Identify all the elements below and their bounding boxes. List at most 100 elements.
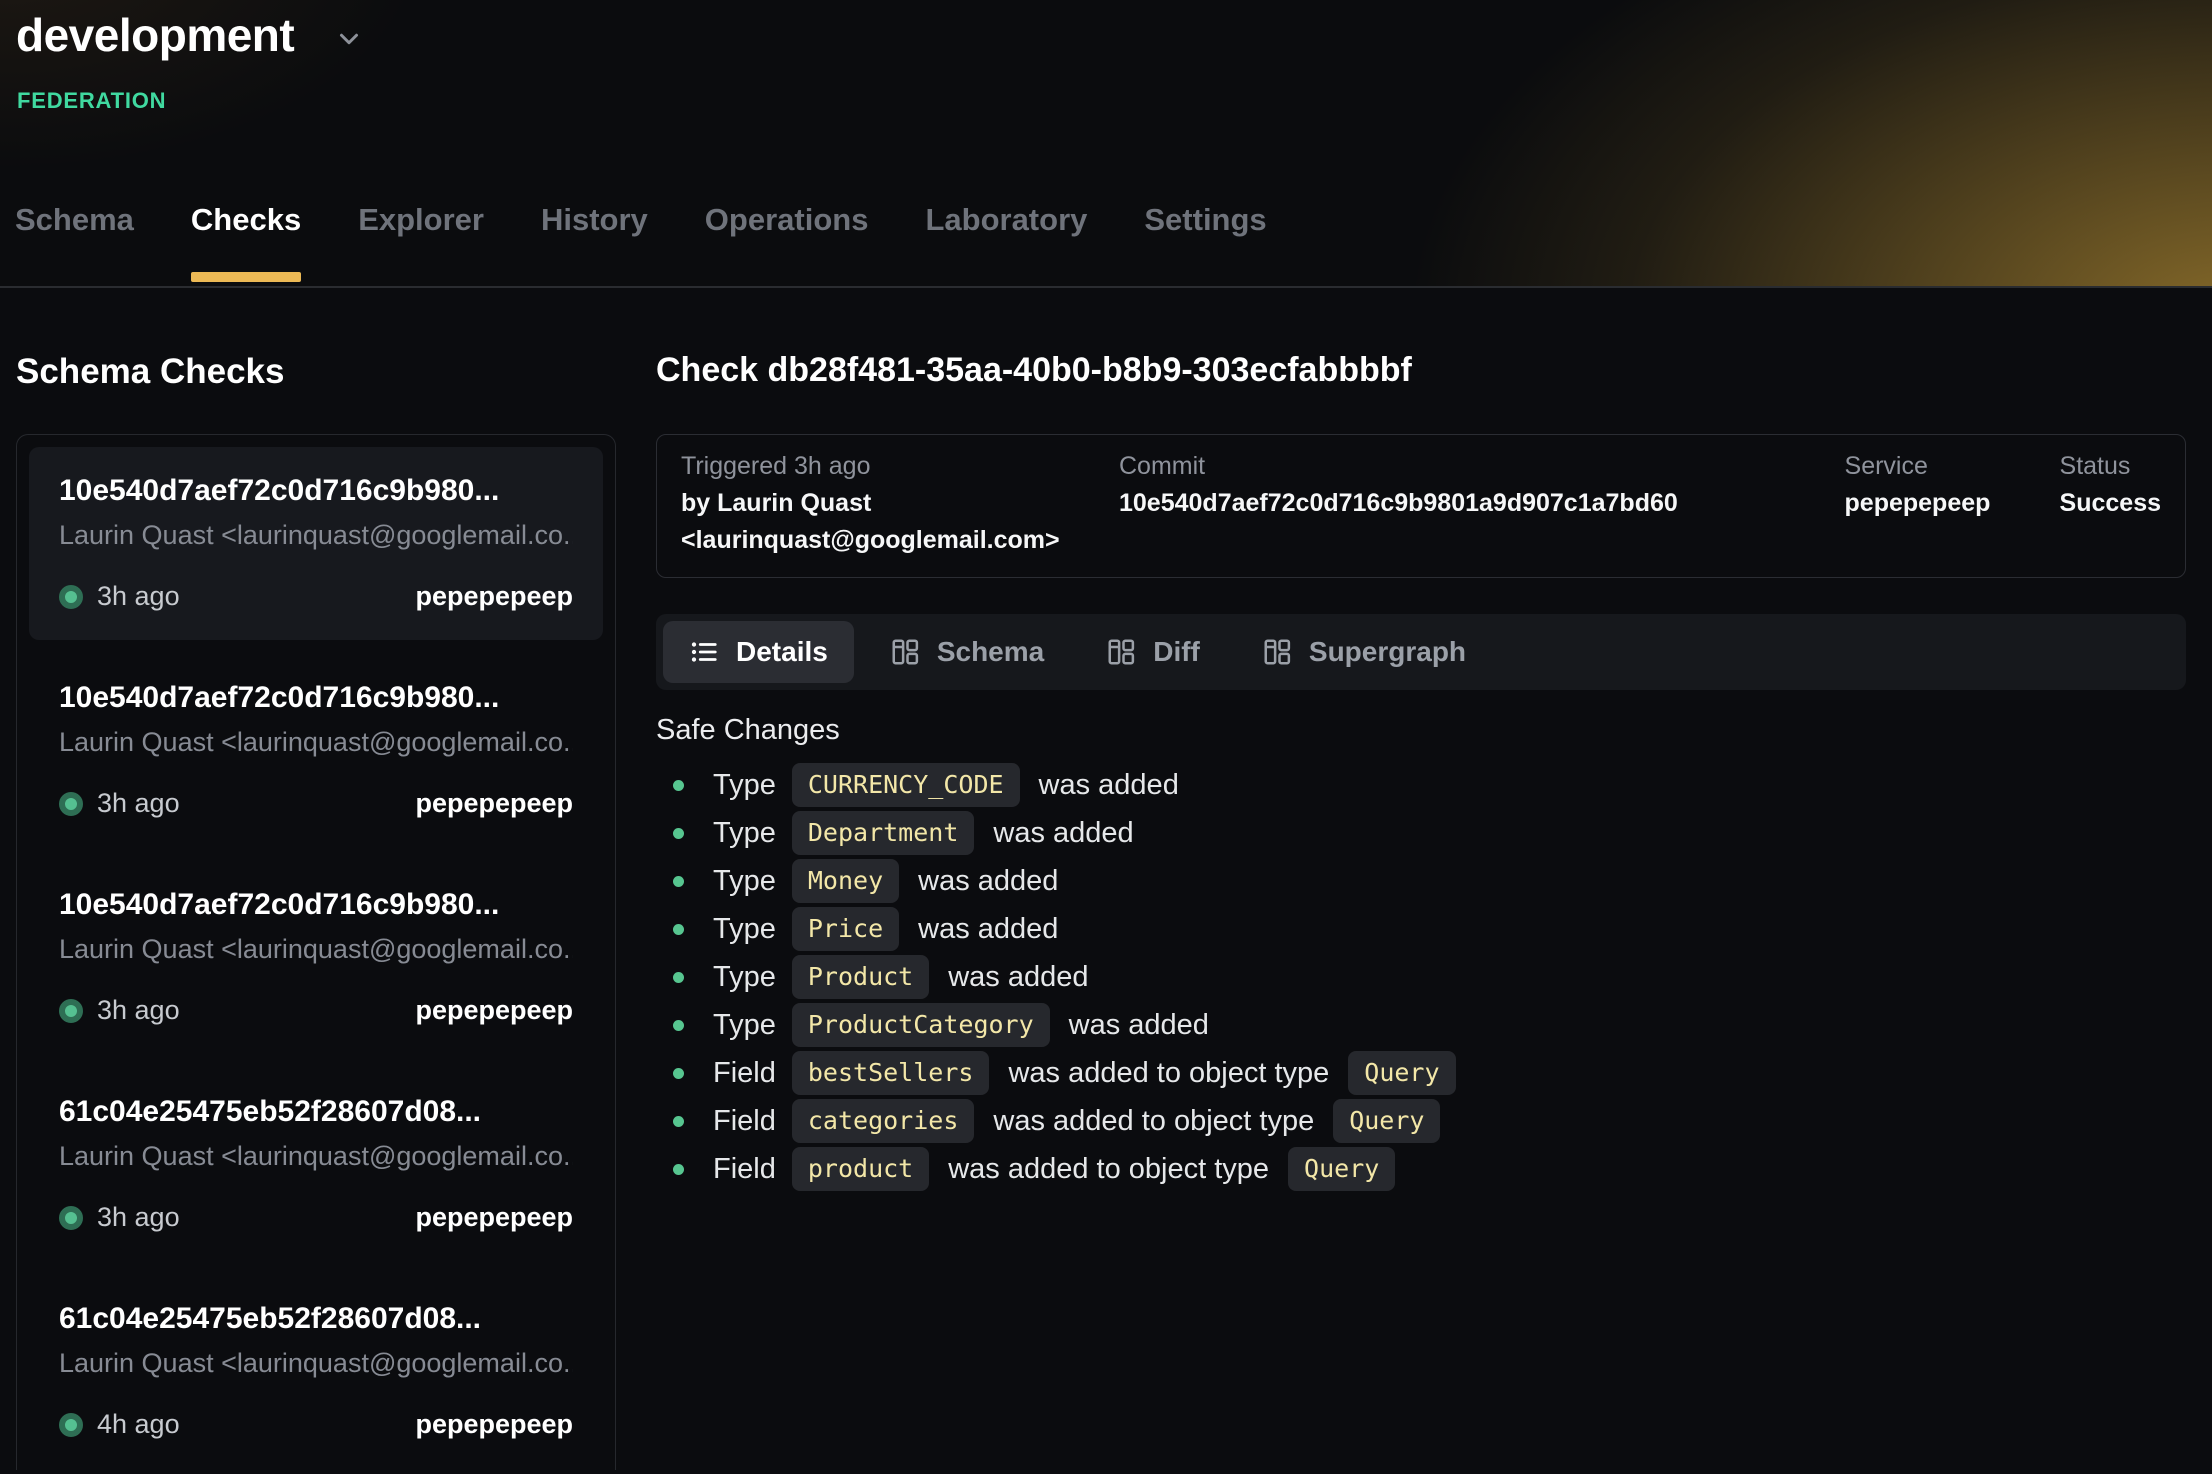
change-suffix: was added to object type xyxy=(1008,1057,1329,1090)
service-value: pepepepeep xyxy=(1845,485,2060,522)
check-list-item[interactable]: 10e540d7aef72c0d716c9b980... Laurin Quas… xyxy=(29,654,603,847)
check-service: pepepepeep xyxy=(415,788,573,819)
change-name-chip: ProductCategory xyxy=(792,1003,1050,1047)
project-name: development xyxy=(16,8,294,62)
sidebar-title: Schema Checks xyxy=(16,352,616,392)
main-nav: Schema Checks Explorer History Operation… xyxy=(15,202,1267,286)
bullet-dot xyxy=(673,1020,684,1031)
list-icon xyxy=(689,637,719,667)
change-row: Type CURRENCY_CODE was added xyxy=(656,761,2186,809)
columns-icon xyxy=(1262,637,1292,667)
change-row: Type ProductCategory was added xyxy=(656,1001,2186,1049)
status-dot-icon xyxy=(59,585,83,609)
check-author: Laurin Quast <laurinquast@googlemail.co.… xyxy=(59,726,573,758)
check-list-item[interactable]: 61c04e25475eb52f28607d08... Laurin Quast… xyxy=(29,1275,603,1468)
columns-icon xyxy=(890,637,920,667)
bullet-dot xyxy=(673,1116,684,1127)
change-name-chip: Department xyxy=(792,811,975,855)
check-time: 3h ago xyxy=(97,995,180,1026)
check-id: 10e540d7aef72c0d716c9b980... xyxy=(59,473,573,509)
commit-value: 10e540d7aef72c0d716c9b9801a9d907c1a7bd60 xyxy=(1119,485,1845,522)
check-id: 61c04e25475eb52f28607d08... xyxy=(59,1094,573,1130)
check-meta: 3h ago pepepepeep xyxy=(59,788,573,819)
check-list-item[interactable]: 61c04e25475eb52f28607d08... Laurin Quast… xyxy=(29,1068,603,1261)
change-kind: Field xyxy=(713,1057,776,1090)
change-name-chip: product xyxy=(792,1147,929,1191)
check-list-item[interactable]: 10e540d7aef72c0d716c9b980... Laurin Quas… xyxy=(29,861,603,1054)
info-commit: Commit 10e540d7aef72c0d716c9b9801a9d907c… xyxy=(1119,451,1845,559)
change-name-chip: bestSellers xyxy=(792,1051,990,1095)
bullet-dot xyxy=(673,1164,684,1175)
check-meta: 4h ago pepepepeep xyxy=(59,1409,573,1440)
status-label: Status xyxy=(2060,451,2161,481)
view-tab-label: Details xyxy=(736,636,828,668)
check-meta: 3h ago pepepepeep xyxy=(59,995,573,1026)
view-tab-details[interactable]: Details xyxy=(663,621,854,683)
change-name-chip: categories xyxy=(792,1099,975,1143)
bullet-dot xyxy=(673,972,684,983)
view-tab-diff[interactable]: Diff xyxy=(1080,621,1226,683)
change-row: Field product was added to object type Q… xyxy=(656,1145,2186,1193)
change-suffix: was added to object type xyxy=(948,1153,1269,1186)
check-service: pepepepeep xyxy=(415,581,573,612)
schema-checks-sidebar: Schema Checks 10e540d7aef72c0d716c9b980.… xyxy=(16,288,616,1472)
project-type-badge: FEDERATION xyxy=(17,88,166,114)
check-meta: 3h ago pepepepeep xyxy=(59,581,573,612)
change-kind: Field xyxy=(713,1105,776,1138)
change-suffix: was added xyxy=(993,817,1133,850)
tab-settings[interactable]: Settings xyxy=(1144,202,1266,286)
change-suffix: was added to object type xyxy=(993,1105,1314,1138)
change-suffix: was added xyxy=(1069,1009,1209,1042)
status-dot-icon xyxy=(59,1206,83,1230)
change-kind: Type xyxy=(713,817,776,850)
commit-label: Commit xyxy=(1119,451,1845,481)
tab-history[interactable]: History xyxy=(541,202,648,286)
check-author: Laurin Quast <laurinquast@googlemail.co.… xyxy=(59,1140,573,1172)
tab-schema[interactable]: Schema xyxy=(15,202,134,286)
status-dot-icon xyxy=(59,999,83,1023)
change-name-chip: Price xyxy=(792,907,899,951)
change-kind: Type xyxy=(713,865,776,898)
change-suffix: was added xyxy=(918,913,1058,946)
change-kind: Type xyxy=(713,961,776,994)
change-kind: Type xyxy=(713,1009,776,1042)
check-service: pepepepeep xyxy=(415,1409,573,1440)
change-row: Type Department was added xyxy=(656,809,2186,857)
bullet-dot xyxy=(673,828,684,839)
check-time: 4h ago xyxy=(97,1409,180,1440)
tab-laboratory[interactable]: Laboratory xyxy=(925,202,1087,286)
check-list-item[interactable]: 10e540d7aef72c0d716c9b980... Laurin Quas… xyxy=(29,447,603,640)
tab-checks[interactable]: Checks xyxy=(191,202,301,286)
change-target-chip: Query xyxy=(1333,1099,1440,1143)
check-service: pepepepeep xyxy=(415,995,573,1026)
bullet-dot xyxy=(673,924,684,935)
check-info-box: Triggered 3h ago by Laurin Quast <laurin… xyxy=(656,434,2186,578)
bullet-dot xyxy=(673,780,684,791)
check-author: Laurin Quast <laurinquast@googlemail.co.… xyxy=(59,933,573,965)
change-kind: Type xyxy=(713,913,776,946)
info-service: Service pepepepeep xyxy=(1845,451,2060,559)
check-author: Laurin Quast <laurinquast@googlemail.co.… xyxy=(59,1347,573,1379)
app-header: development FEDERATION Schema Checks Exp… xyxy=(0,0,2212,288)
view-tab-schema[interactable]: Schema xyxy=(864,621,1070,683)
info-status: Status Success xyxy=(2060,451,2161,559)
tab-explorer[interactable]: Explorer xyxy=(358,202,484,286)
status-dot-icon xyxy=(59,792,83,816)
project-switcher[interactable]: development xyxy=(16,8,364,62)
check-view-tabs: Details Schema Diff xyxy=(656,614,2186,690)
safe-changes-title: Safe Changes xyxy=(656,714,2186,747)
view-tab-supergraph[interactable]: Supergraph xyxy=(1236,621,1492,683)
view-tab-label: Supergraph xyxy=(1309,636,1466,668)
change-row: Field bestSellers was added to object ty… xyxy=(656,1049,2186,1097)
info-triggered: Triggered 3h ago by Laurin Quast <laurin… xyxy=(681,451,1119,559)
tab-operations[interactable]: Operations xyxy=(705,202,869,286)
check-detail-panel: Check db28f481-35aa-40b0-b8b9-303ecfabbb… xyxy=(656,288,2186,1472)
chevron-down-icon[interactable] xyxy=(334,24,364,54)
columns-icon xyxy=(1106,637,1136,667)
change-kind: Type xyxy=(713,769,776,802)
view-tab-label: Diff xyxy=(1153,636,1200,668)
status-value: Success xyxy=(2060,485,2161,522)
change-name-chip: Money xyxy=(792,859,899,903)
check-author: Laurin Quast <laurinquast@googlemail.co.… xyxy=(59,519,573,551)
change-suffix: was added xyxy=(918,865,1058,898)
